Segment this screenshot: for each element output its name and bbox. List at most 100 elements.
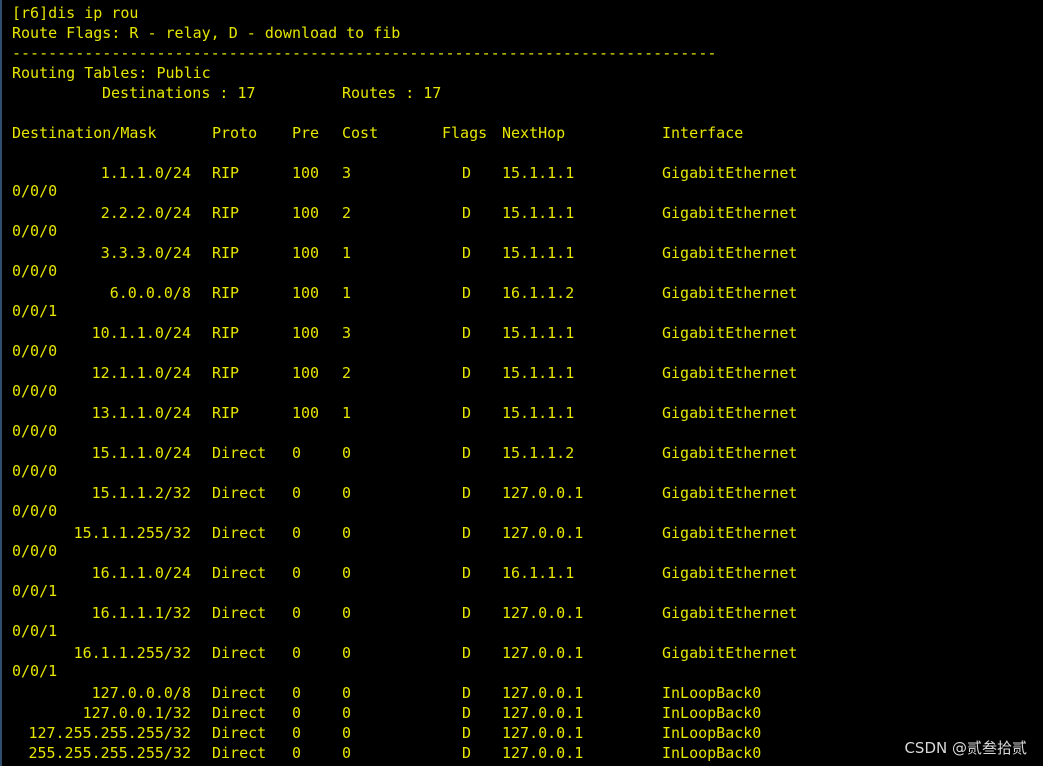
route-proto: Direct xyxy=(212,524,267,542)
route-cost: 1 xyxy=(342,284,352,302)
route-flags: D xyxy=(462,524,472,542)
routing-table-title: Routing Tables: Public xyxy=(12,64,211,82)
route-interface-wrap: 0/0/1 xyxy=(12,622,58,640)
route-cost: 1 xyxy=(342,244,352,262)
route-interface: GigabitEthernet xyxy=(662,404,798,422)
route-preference: 100 xyxy=(292,204,320,222)
route-interface: GigabitEthernet xyxy=(662,644,798,662)
route-interface: GigabitEthernet xyxy=(662,324,798,342)
route-cost: 0 xyxy=(342,564,352,582)
route-cost: 3 xyxy=(342,164,352,182)
route-destination: 127.0.0.0/8 xyxy=(91,684,191,702)
route-destination: 16.1.1.1/32 xyxy=(91,604,191,622)
route-nexthop: 15.1.1.1 xyxy=(502,324,575,342)
terminal-window[interactable]: [r6]dis ip rou Route Flags: R - relay, D… xyxy=(0,0,1043,766)
route-cost: 3 xyxy=(342,324,352,342)
route-destination: 16.1.1.0/24 xyxy=(91,564,191,582)
route-cost: 0 xyxy=(342,604,352,622)
route-preference: 100 xyxy=(292,404,320,422)
route-flags: D xyxy=(462,164,472,182)
route-flags: D xyxy=(462,204,472,222)
route-preference: 0 xyxy=(292,724,302,742)
route-flags: D xyxy=(462,684,472,702)
route-nexthop: 127.0.0.1 xyxy=(502,524,584,542)
route-nexthop: 15.1.1.1 xyxy=(502,404,575,422)
route-proto: Direct xyxy=(212,484,267,502)
route-flags: D xyxy=(462,644,472,662)
summary-line: Destinations : 17 Routes : 17 xyxy=(12,83,441,103)
route-cost: 0 xyxy=(342,484,352,502)
route-interface: GigabitEthernet xyxy=(662,364,798,382)
route-cost: 1 xyxy=(342,404,352,422)
route-proto: Direct xyxy=(212,704,267,722)
route-cost: 0 xyxy=(342,444,352,462)
route-interface-wrap: 0/0/0 xyxy=(12,222,58,240)
separator-line: ----------------------------------------… xyxy=(12,44,717,62)
route-interface-wrap: 0/0/1 xyxy=(12,582,58,600)
route-preference: 100 xyxy=(292,284,320,302)
header-proto: Proto xyxy=(212,124,258,142)
route-preference: 0 xyxy=(292,744,302,762)
route-nexthop: 127.0.0.1 xyxy=(502,684,584,702)
route-interface-wrap: 0/0/0 xyxy=(12,422,58,440)
route-cost: 0 xyxy=(342,724,352,742)
route-cost: 2 xyxy=(342,364,352,382)
route-preference: 0 xyxy=(292,704,302,722)
route-preference: 0 xyxy=(292,564,302,582)
route-proto: RIP xyxy=(212,404,240,422)
route-proto: RIP xyxy=(212,284,240,302)
table-header-row: Destination/Mask Proto Pre Cost Flags Ne… xyxy=(12,123,743,143)
route-cost: 0 xyxy=(342,644,352,662)
route-interface: InLoopBack0 xyxy=(662,704,762,722)
header-destination: Destination/Mask xyxy=(12,124,157,142)
route-nexthop: 15.1.1.1 xyxy=(502,244,575,262)
route-interface: InLoopBack0 xyxy=(662,724,762,742)
route-nexthop: 16.1.1.2 xyxy=(502,284,575,302)
route-destination: 15.1.1.2/32 xyxy=(91,484,191,502)
route-interface: GigabitEthernet xyxy=(662,524,798,542)
header-nexthop: NextHop xyxy=(502,124,566,142)
route-preference: 0 xyxy=(292,484,302,502)
route-proto: RIP xyxy=(212,204,240,222)
route-interface: GigabitEthernet xyxy=(662,164,798,182)
route-nexthop: 127.0.0.1 xyxy=(502,604,584,622)
route-proto: RIP xyxy=(212,324,240,342)
route-preference: 100 xyxy=(292,164,320,182)
route-nexthop: 15.1.1.1 xyxy=(502,204,575,222)
route-preference: 0 xyxy=(292,444,302,462)
route-preference: 0 xyxy=(292,604,302,622)
route-interface-wrap: 0/0/0 xyxy=(12,262,58,280)
route-interface: InLoopBack0 xyxy=(662,744,762,762)
route-preference: 0 xyxy=(292,684,302,702)
route-destination: 2.2.2.0/24 xyxy=(100,204,191,222)
route-flags: D xyxy=(462,364,472,382)
route-interface: GigabitEthernet xyxy=(662,444,798,462)
route-preference: 100 xyxy=(292,324,320,342)
route-flags-legend: Route Flags: R - relay, D - download to … xyxy=(12,24,401,42)
route-flags: D xyxy=(462,564,472,582)
route-nexthop: 127.0.0.1 xyxy=(502,644,584,662)
route-preference: 100 xyxy=(292,364,320,382)
route-proto: RIP xyxy=(212,364,240,382)
route-destination: 127.0.0.1/32 xyxy=(82,704,191,722)
route-proto: Direct xyxy=(212,564,267,582)
route-proto: Direct xyxy=(212,684,267,702)
route-flags: D xyxy=(462,484,472,502)
route-interface-wrap: 0/0/0 xyxy=(12,502,58,520)
route-interface: InLoopBack0 xyxy=(662,684,762,702)
header-cost: Cost xyxy=(342,124,379,142)
route-flags: D xyxy=(462,744,472,762)
route-proto: Direct xyxy=(212,644,267,662)
route-cost: 0 xyxy=(342,744,352,762)
route-flags: D xyxy=(462,604,472,622)
route-destination: 13.1.1.0/24 xyxy=(91,404,191,422)
route-flags: D xyxy=(462,284,472,302)
route-destination: 15.1.1.0/24 xyxy=(91,444,191,462)
route-preference: 0 xyxy=(292,524,302,542)
route-proto: Direct xyxy=(212,744,267,762)
route-nexthop: 15.1.1.1 xyxy=(502,364,575,382)
route-interface: GigabitEthernet xyxy=(662,244,798,262)
route-cost: 0 xyxy=(342,684,352,702)
header-interface: Interface xyxy=(662,124,744,142)
route-interface: GigabitEthernet xyxy=(662,204,798,222)
